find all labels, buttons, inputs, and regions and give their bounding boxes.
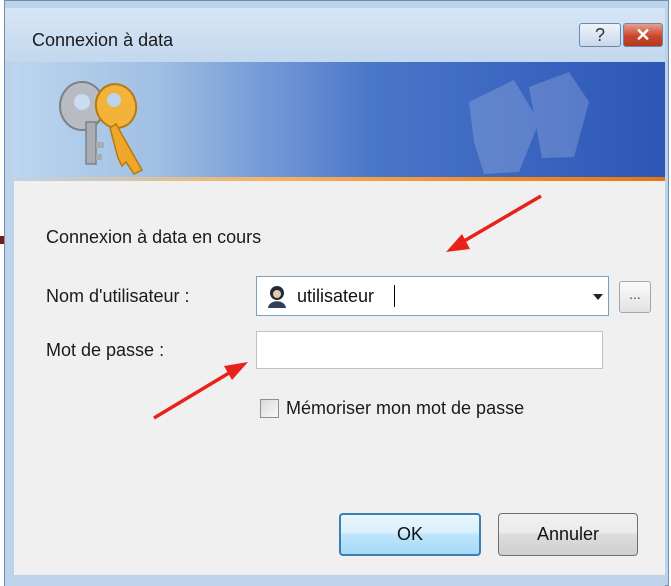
annotation-arrowhead-password [224,362,248,380]
annotation-arrow-username [458,194,542,246]
annotation-arrows [153,194,542,420]
annotation-arrowhead-username [446,234,470,252]
annotation-arrow-password [153,368,235,420]
annotation-overlay [153,194,542,420]
